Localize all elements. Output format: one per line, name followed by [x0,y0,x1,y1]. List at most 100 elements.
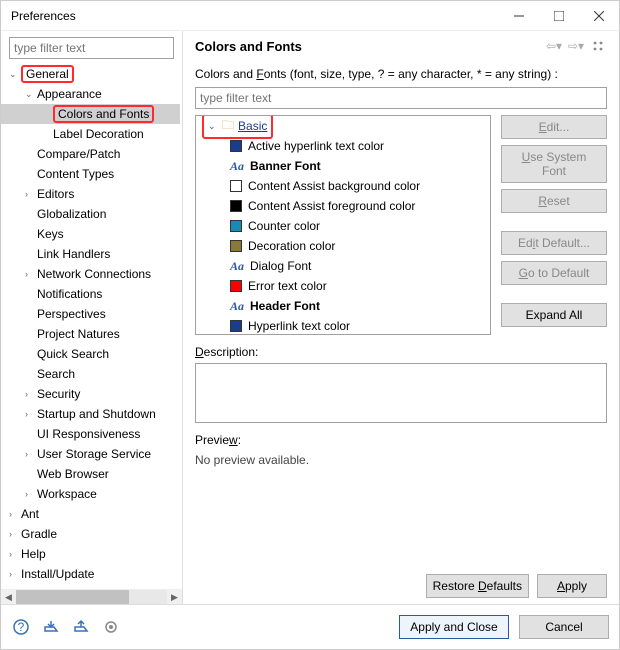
tree-node-search[interactable]: Search [1,364,180,384]
tree-node-label: Install/Update [21,567,94,581]
tree-node-quick-search[interactable]: Quick Search [1,344,180,364]
tree-node-compare-patch[interactable]: Compare/Patch [1,144,180,164]
color-font-item[interactable]: AaDialog Font [196,256,490,276]
color-font-item[interactable]: Content Assist background color [196,176,490,196]
tree-node-label: Web Browser [37,467,109,481]
minimize-button[interactable] [499,1,539,31]
tree-node-link-handlers[interactable]: Link Handlers [1,244,180,264]
close-button[interactable] [579,1,619,31]
main-area: ⌄General⌄AppearanceColors and Fonts Label… [1,31,619,604]
caret-icon: › [25,489,37,499]
back-icon[interactable]: ⇦▾ [545,37,563,55]
colors-fonts-tree[interactable]: ⌄🗀BasicActive hyperlink text colorAaBann… [195,115,491,335]
color-font-item[interactable]: AaHeader Font [196,296,490,316]
scroll-left-icon[interactable]: ◀ [1,592,16,603]
apply-and-close-button[interactable]: Apply and Close [399,615,509,639]
font-icon: Aa [230,159,244,174]
tree-root-basic[interactable]: ⌄🗀Basic [196,116,490,136]
color-swatch [230,180,242,192]
tree-node-content-types[interactable]: Content Types [1,164,180,184]
tree-node-security[interactable]: ›Security [1,384,180,404]
export-icon[interactable] [71,617,91,637]
item-label: Content Assist background color [248,179,420,193]
tree-node-label: Startup and Shutdown [37,407,156,421]
menu-icon[interactable] [589,37,607,55]
tree-node-label: Content Types [37,167,114,181]
content-filter-input[interactable] [195,87,607,109]
tree-node-help[interactable]: ›Help [1,544,180,564]
tree-node-label: General [21,65,74,83]
cancel-button[interactable]: Cancel [519,615,609,639]
tree-node-ui-responsiveness[interactable]: UI Responsiveness [1,424,180,444]
tree-node-startup-and-shutdown[interactable]: ›Startup and Shutdown [1,404,180,424]
import-icon[interactable] [41,617,61,637]
tree-node-general[interactable]: ⌄General [1,64,180,84]
color-swatch [230,140,242,152]
color-font-item[interactable]: Hyperlink text color [196,316,490,335]
forward-icon[interactable]: ⇨▾ [567,37,585,55]
tree-node-label: Editors [37,187,74,201]
color-font-item[interactable]: Active hyperlink text color [196,136,490,156]
colors-fonts-row: ⌄🗀BasicActive hyperlink text colorAaBann… [195,115,607,335]
maximize-button[interactable] [539,1,579,31]
content-pane: Colors and Fonts ⇦▾ ⇨▾ Colors and Fonts … [183,31,619,604]
preview-label: Preview: [195,433,607,447]
tree-node-label: Search [37,367,75,381]
tree-node-appearance[interactable]: ⌄Appearance [1,84,180,104]
tree-node-label-decoration[interactable]: Label Decoration [1,124,180,144]
tree-node-install-update[interactable]: ›Install/Update [1,564,180,584]
reset-button[interactable]: Reset [501,189,607,213]
tree-node-label: Compare/Patch [37,147,120,161]
tree-node-label: Link Handlers [37,247,110,261]
help-icon[interactable]: ? [11,617,31,637]
tree-node-label: Label Decoration [53,127,144,141]
sidebar-hscroll[interactable]: ◀ ▶ [1,589,182,604]
tree-node-label: UI Responsiveness [37,427,140,441]
edit-default-button[interactable]: Edit Default... [501,231,607,255]
tree-node-ant[interactable]: ›Ant [1,504,180,524]
tree-node-keys[interactable]: Keys [1,224,180,244]
tree-node-colors-and-fonts[interactable]: Colors and Fonts [1,104,180,124]
tree-node-perspectives[interactable]: Perspectives [1,304,180,324]
apply-button[interactable]: Apply [537,574,607,598]
tree-node-label: Ant [21,507,39,521]
color-font-item[interactable]: Counter color [196,216,490,236]
scroll-right-icon[interactable]: ▶ [167,592,182,603]
tree-node-editors[interactable]: ›Editors [1,184,180,204]
font-icon: Aa [230,259,244,274]
color-font-item[interactable]: Decoration color [196,236,490,256]
tree-node-label: Project Natures [37,327,120,341]
caret-icon: › [25,449,37,459]
tree-node-label: Network Connections [37,267,151,281]
tree-node-label: Notifications [37,287,102,301]
caret-icon: › [9,549,21,559]
restore-defaults-button[interactable]: Restore Defaults [426,574,529,598]
tree-node-network-connections[interactable]: ›Network Connections [1,264,180,284]
color-font-item[interactable]: Error text color [196,276,490,296]
color-font-item[interactable]: AaBanner Font [196,156,490,176]
tree-node-notifications[interactable]: Notifications [1,284,180,304]
go-to-default-button[interactable]: Go to Default [501,261,607,285]
expand-all-button[interactable]: Expand All [501,303,607,327]
tree-node-user-storage-service[interactable]: ›User Storage Service [1,444,180,464]
window-title: Preferences [11,9,499,23]
tree-root-label: Basic [238,119,267,133]
tree-node-project-natures[interactable]: Project Natures [1,324,180,344]
tree-node-label: Workspace [37,487,97,501]
preferences-tree[interactable]: ⌄General⌄AppearanceColors and Fonts Label… [1,64,182,589]
tree-node-workspace[interactable]: ›Workspace [1,484,180,504]
item-label: Error text color [248,279,327,293]
use-system-font-button[interactable]: Use System Font [501,145,607,183]
sidebar-filter-input[interactable] [9,37,174,59]
caret-icon: › [9,569,21,579]
preview-text: No preview available. [195,453,607,467]
color-font-item[interactable]: Content Assist foreground color [196,196,490,216]
tree-node-gradle[interactable]: ›Gradle [1,524,180,544]
tree-node-globalization[interactable]: Globalization [1,204,180,224]
edit-button[interactable]: Edit... [501,115,607,139]
tree-node-label: Gradle [21,527,57,541]
color-swatch [230,200,242,212]
oomph-icon[interactable] [101,617,121,637]
tree-node-web-browser[interactable]: Web Browser [1,464,180,484]
description-label: Description: [195,345,607,359]
